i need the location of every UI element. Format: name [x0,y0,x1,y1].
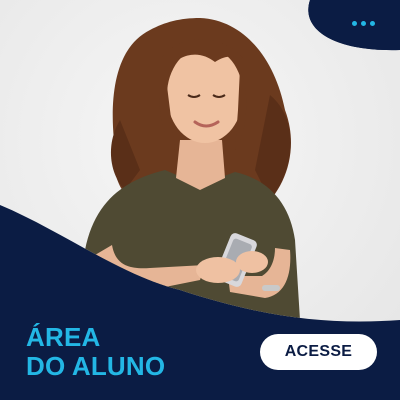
dot [361,20,366,26]
banner-title-line2: DO ALUNO [26,351,166,381]
dot [352,20,357,26]
acesse-button[interactable]: ACESSE [260,334,377,370]
more-dots-icon[interactable] [352,19,380,27]
banner-title: ÁREA DO ALUNO [26,323,165,381]
student-area-banner: ÁREA DO ALUNO ACESSE [0,0,400,400]
dot [370,20,375,26]
banner-title-line1: ÁREA [26,322,101,352]
